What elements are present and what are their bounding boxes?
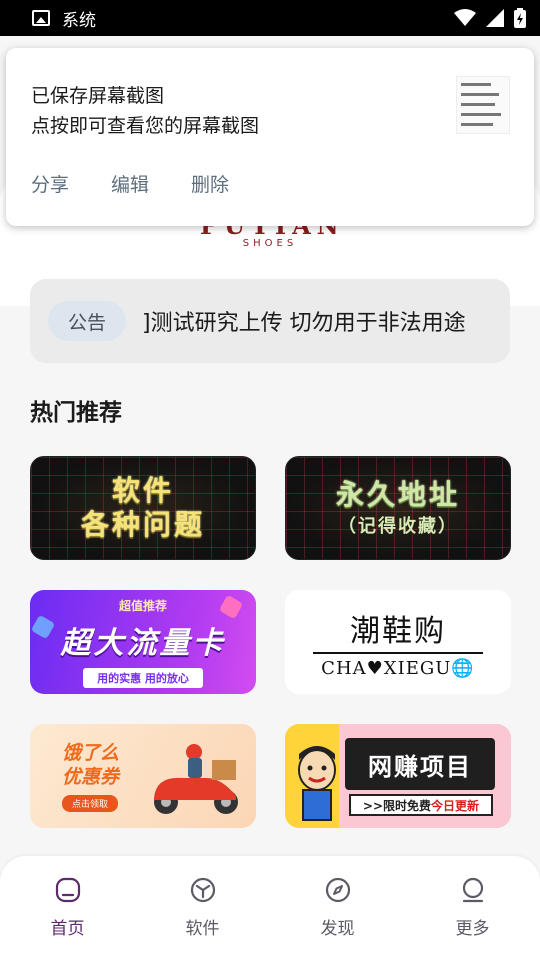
divider (313, 651, 483, 654)
promo-tile-trendy-shoes[interactable]: 潮鞋购 CHA♥XIEGU🌐 (285, 590, 511, 694)
hexagon-decoration-icon (30, 614, 56, 640)
tile-shoes-cn: 潮鞋购 (350, 613, 446, 649)
status-bar-title: 系统 (62, 10, 96, 31)
promo-tile-online-earning[interactable]: 网赚项目 >>限时免费 今日更新 (285, 724, 511, 828)
notification-actions: 分享 编辑 删除 (31, 170, 229, 197)
tile-coupon-line1: 饿了么 (62, 741, 120, 764)
section-title: 热门推荐 (30, 400, 122, 426)
tile-data-card-top: 超值推荐 (118, 598, 167, 613)
promo-tile-data-card[interactable]: 超值推荐 超大流量卡 用的实惠 用的放心 (30, 590, 256, 694)
share-button[interactable]: 分享 (31, 170, 69, 197)
battery-charging-icon (514, 8, 526, 28)
status-bar: 系统 (0, 0, 540, 36)
tile-earning-sub-prefix: >>限时免费 (362, 798, 432, 813)
nav-label-home: 首页 (50, 919, 85, 939)
compass-icon (325, 877, 350, 903)
screenshot-notification[interactable]: 已保存屏幕截图 点按即可查看您的屏幕截图 分享 编辑 删除 (6, 48, 534, 226)
cube-icon (190, 877, 215, 903)
notification-body: 点按即可查看您的屏幕截图 (31, 115, 260, 137)
promo-tile-software[interactable]: 软件 各种问题 (30, 456, 256, 560)
screenshot-thumbnail[interactable] (456, 76, 510, 134)
home-icon (55, 877, 80, 903)
tile-data-card-title: 超大流量卡 (60, 625, 226, 661)
image-notification-icon (32, 10, 50, 26)
nav-label-more: 更多 (455, 919, 490, 939)
nav-label-discover: 发现 (320, 919, 355, 939)
notice-tag: 公告 (48, 301, 126, 341)
edit-button[interactable]: 编辑 (111, 170, 149, 197)
notice-bar[interactable]: 公告 ]测试研究上传 切勿用于非法用途 (30, 279, 510, 363)
tile-earning-subtitle: >>限时免费 今日更新 (349, 794, 493, 816)
tile-software-line2: 各种问题 (80, 508, 205, 541)
nav-item-more[interactable]: 更多 (405, 856, 540, 960)
person-icon (462, 877, 483, 903)
hexagon-decoration-icon (218, 594, 244, 620)
tile-coupon-line2: 优惠券 (62, 765, 120, 788)
nav-item-home[interactable]: 首页 (0, 856, 135, 960)
tile-software-line1: 软件 (111, 474, 174, 507)
delivery-scooter-icon (154, 744, 238, 814)
signal-icon (486, 9, 504, 27)
wifi-icon (454, 9, 476, 26)
cartoon-man-icon (298, 746, 336, 821)
tile-data-card-button: 用的实惠 用的放心 (83, 667, 203, 688)
nav-item-discover[interactable]: 发现 (270, 856, 405, 960)
nav-item-software[interactable]: 软件 (135, 856, 270, 960)
tile-address-line1: 永久地址 (335, 478, 460, 511)
tile-address-line2: （记得收藏） (338, 516, 458, 537)
bottom-navigation: 首页 软件 发现 更多 (0, 856, 540, 960)
tile-coupon-button: 点击领取 (62, 794, 119, 812)
tile-shoes-en: CHA♥XIEGU🌐 (321, 657, 475, 679)
promo-tile-eleme-coupon[interactable]: 饿了么 优惠券 点击领取 (30, 724, 256, 828)
delete-button[interactable]: 删除 (191, 170, 229, 197)
promo-tile-permanent-address[interactable]: 永久地址 （记得收藏） (285, 456, 511, 560)
status-indicators (454, 8, 526, 28)
earning-title-board: 网赚项目 (345, 738, 495, 790)
notification-title: 已保存屏幕截图 (31, 85, 165, 107)
tile-earning-title: 网赚项目 (368, 752, 472, 781)
tile-earning-sub-red: 今日更新 (431, 798, 480, 813)
notice-text: ]测试研究上传 切勿用于非法用途 (142, 311, 466, 336)
nav-label-software: 软件 (185, 919, 220, 939)
